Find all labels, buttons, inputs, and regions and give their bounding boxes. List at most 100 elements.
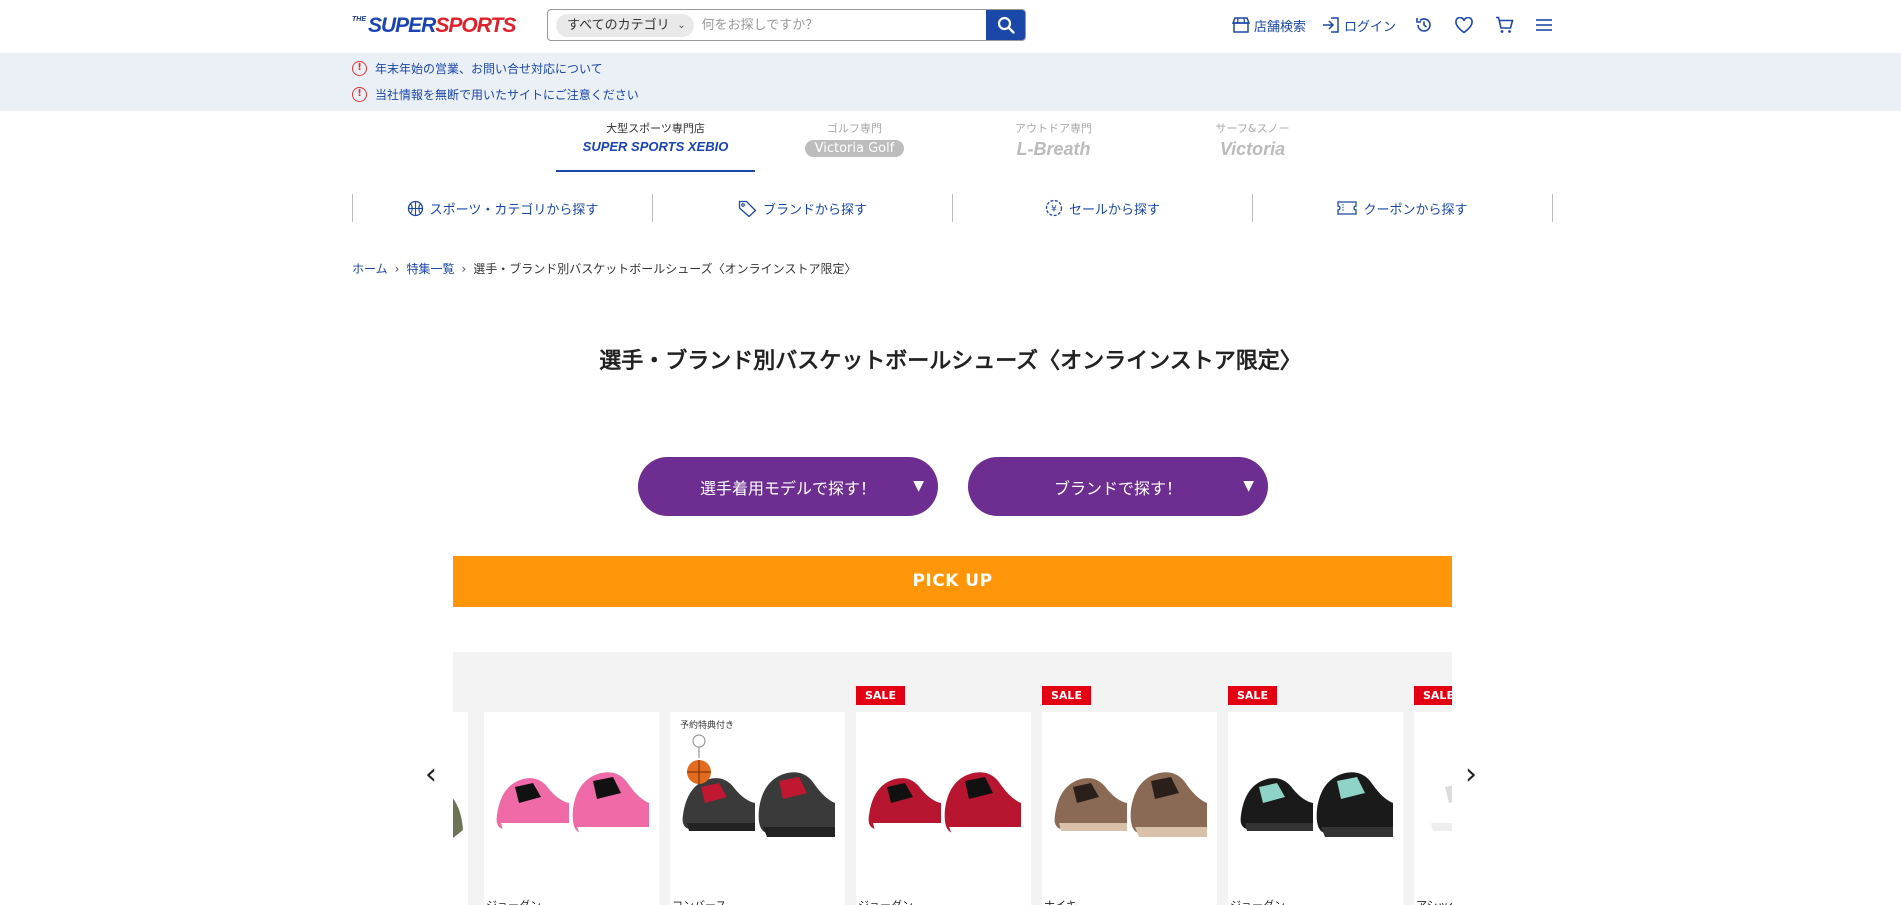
store-icon [1232, 17, 1250, 33]
store-search-label: 店舗検索 [1254, 19, 1307, 35]
nav-coupon[interactable]: クーポンから探す [1253, 194, 1553, 222]
notice-bar: ! 年末年始の営業、お問い合せ対応について ! 当社情報を無断で用いたサイトにご… [0, 53, 1901, 111]
alert-icon: ! [352, 87, 367, 102]
breadcrumb-home[interactable]: ホーム [352, 260, 388, 277]
logo-sports-text: SPORTS [435, 14, 516, 37]
tag-icon [738, 200, 757, 217]
product-brand: アシック [1416, 897, 1452, 905]
notice-text: 年末年始の営業、お問い合せ対応について [375, 62, 603, 76]
history-icon [1416, 18, 1431, 32]
store-search-link[interactable]: 店舗検索 [1232, 16, 1306, 35]
shoe-image [1240, 771, 1393, 837]
menu-button[interactable] [1532, 14, 1556, 36]
button-label: ブランドで探す！ [1053, 478, 1182, 498]
chevron-right-icon: › [461, 261, 467, 276]
store-tab-sub: サーフ&スノー [1215, 122, 1290, 135]
store-tab-xebio[interactable]: 大型スポーツ専門店 SUPER SPORTS XEBIO [556, 111, 755, 172]
nav-label: ブランドから探す [762, 202, 867, 218]
product-card-partial[interactable] [453, 712, 468, 905]
store-tab-golf[interactable]: ゴルフ専門 Victoria Golf [755, 111, 954, 172]
product-image [1228, 712, 1403, 887]
xebio-logo: SUPER SPORTS XEBIO [582, 139, 729, 154]
sale-badge: SALE [1414, 686, 1452, 705]
store-tab-sub: アウトドア専門 [1015, 122, 1092, 135]
category-select-value: すべてのカテゴリ [567, 17, 670, 33]
category-select[interactable]: すべてのカテゴリ ⌄ [556, 13, 694, 37]
search-icon [997, 16, 1015, 34]
search-button[interactable] [986, 10, 1025, 40]
site-header: THE SUPERSPORTS すべてのカテゴリ ⌄ 店舗検索 ログイン [0, 0, 1901, 53]
login-icon [1323, 17, 1339, 33]
yen-coin-icon: ¥ [1045, 199, 1063, 217]
store-tab-outdoor[interactable]: アウトドア専門 L-Breath [954, 111, 1153, 172]
basketball-keychain-image [684, 732, 714, 792]
page-title: 選手・ブランド別バスケットボールシューズ〈オンラインストア限定〉 [599, 349, 1302, 374]
store-tabs: 大型スポーツ専門店 SUPER SPORTS XEBIO ゴルフ専門 Victo… [556, 111, 1352, 172]
product-image [1042, 712, 1217, 887]
shoe-image [1054, 771, 1207, 837]
breadcrumb-current: 選手・ブランド別バスケットボールシューズ〈オンラインストア限定〉 [473, 262, 857, 276]
logo-the-text: THE [352, 16, 366, 23]
notice-item-holiday[interactable]: ! 年末年始の営業、お問い合せ対応について [352, 60, 603, 77]
cart-button[interactable] [1492, 14, 1516, 36]
pickup-banner: PICK UP [453, 556, 1452, 607]
product-card[interactable]: SALE ナイキ [1042, 686, 1217, 905]
notice-item-fraud[interactable]: ! 当社情報を無断で用いたサイトにご注意ください [352, 86, 639, 103]
product-image [484, 712, 659, 887]
heart-icon [1455, 16, 1473, 34]
super-sports-logo[interactable]: THE SUPERSPORTS [352, 12, 516, 38]
product-card[interactable]: 予約特典付きコンバース [670, 712, 845, 905]
favorites-button[interactable] [1452, 14, 1476, 36]
ticket-icon [1337, 201, 1358, 215]
shoe-image [1426, 778, 1452, 831]
sale-badge: SALE [856, 686, 905, 705]
product-image [453, 712, 468, 887]
lbreath-logo: L-Breath [1016, 139, 1091, 159]
nav-label: クーポンから探す [1363, 202, 1468, 218]
hamburger-menu-icon [1536, 19, 1553, 31]
chevron-down-icon: ⌄ [677, 19, 686, 31]
svg-text:¥: ¥ [1051, 205, 1057, 215]
nav-sports-category[interactable]: スポーツ・カテゴリから探す [353, 194, 653, 222]
header-nav: 店舗検索 ログイン [1232, 14, 1556, 36]
breadcrumb-features[interactable]: 特集一覧 [406, 260, 454, 277]
product-card[interactable]: SALE ジョーダン [1228, 686, 1403, 905]
login-label: ログイン [1344, 19, 1397, 35]
search-bar: すべてのカテゴリ ⌄ [547, 9, 1026, 41]
notice-text: 当社情報を無断で用いたサイトにご注意ください [375, 88, 639, 102]
promo-label: 予約特典付き [680, 721, 735, 731]
victoria-golf-logo: Victoria Golf [804, 140, 905, 157]
nav-label: スポーツ・カテゴリから探す [429, 202, 599, 218]
product-image [856, 712, 1031, 887]
history-button[interactable] [1412, 14, 1436, 36]
sale-badge: SALE [1228, 686, 1277, 705]
product-card[interactable]: ジョーダン [484, 712, 659, 905]
category-nav: スポーツ・カテゴリから探す ブランドから探す ¥ セールから探す クーポンから探… [352, 194, 1553, 222]
basketball-icon [407, 200, 423, 216]
product-card[interactable]: SALE ジョーダン [856, 686, 1031, 905]
logo-wordmark: SUPERSPORTS [368, 14, 516, 38]
store-tab-sub: 大型スポーツ専門店 [606, 122, 705, 135]
breadcrumb: ホーム › 特集一覧 › 選手・ブランド別バスケットボールシューズ〈オンラインス… [352, 260, 856, 277]
nav-sale[interactable]: ¥ セールから探す [953, 194, 1253, 222]
find-by-brand-button[interactable]: ブランドで探す！ ▼ [968, 457, 1268, 516]
search-input[interactable] [693, 10, 986, 40]
sale-badge: SALE [1042, 686, 1091, 705]
store-tab-surf-snow[interactable]: サーフ&スノー Victoria [1153, 111, 1352, 172]
caret-down-icon: ▼ [1243, 478, 1254, 494]
product-brand: ジョーダン [1230, 897, 1285, 905]
carousel-prev-button[interactable]: ‹ [416, 760, 446, 790]
nav-brand[interactable]: ブランドから探す [653, 194, 953, 222]
login-link[interactable]: ログイン [1322, 16, 1396, 35]
product-card[interactable]: SALE アシック [1414, 686, 1452, 905]
caret-down-icon: ▼ [913, 478, 924, 494]
product-image [1414, 712, 1452, 887]
logo-super-text: SUPER [368, 14, 436, 37]
store-tab-sub: ゴルフ専門 [827, 122, 882, 135]
product-brand: コンバース [672, 897, 726, 905]
alert-icon: ! [352, 61, 367, 76]
victoria-logo: Victoria [1219, 139, 1286, 159]
carousel-next-button[interactable]: › [1456, 760, 1486, 790]
find-by-player-button[interactable]: 選手着用モデルで探す！ ▼ [638, 457, 938, 516]
product-brand: ジョーダン [486, 897, 541, 905]
